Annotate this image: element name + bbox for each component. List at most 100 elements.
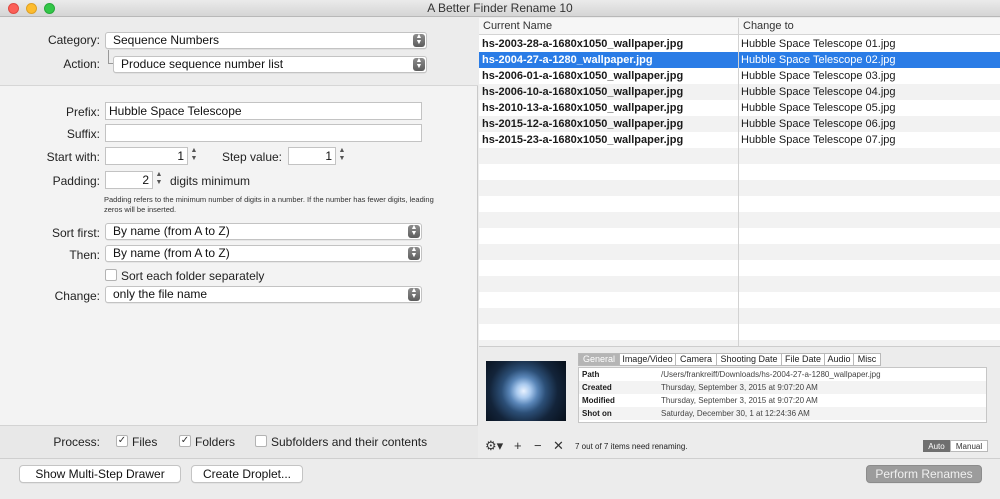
popup-arrows-icon: ▲ ▼ <box>408 287 420 301</box>
table-row <box>479 180 1000 196</box>
table-row <box>479 244 1000 260</box>
padding-suffix: digits minimum <box>170 174 251 188</box>
info-key: Shot on <box>582 409 612 418</box>
prefix-input[interactable]: Hubble Space Telescope <box>105 102 422 120</box>
create-droplet-button[interactable]: Create Droplet... <box>191 465 303 483</box>
suffix-label: Suffix: <box>66 127 100 141</box>
info-table: Path/Users/frankreiff/Downloads/hs-2004-… <box>578 367 987 423</box>
info-tab[interactable]: Camera <box>675 353 717 366</box>
file-info-area: General Image/Video Camera Shooting Date Fil… <box>479 346 1000 435</box>
info-value: Saturday, December 30, 1 at 12:24:36 AM <box>661 409 810 418</box>
info-tab[interactable]: Audio <box>824 353 854 366</box>
padding-stepper[interactable]: ▲ ▼ <box>154 171 164 189</box>
process-label: Process: <box>53 435 100 449</box>
category-popup[interactable]: Sequence Numbers ▲ ▼ <box>105 32 427 49</box>
subfolders-checkbox[interactable] <box>255 435 267 447</box>
remove-icon[interactable]: − <box>534 439 542 453</box>
table-row[interactable]: hs-2003-28-a-1680x1050_wallpaper.jpg Hubb… <box>479 36 1000 52</box>
info-row: Created Thursday, September 3, 2015 at 9:… <box>579 381 986 394</box>
info-tab[interactable]: Image/Video <box>619 353 676 366</box>
change-value: only the file name <box>113 287 208 301</box>
files-checkbox[interactable]: ✓ <box>116 435 128 447</box>
close-window-button[interactable] <box>8 3 19 14</box>
auto-segment[interactable]: Auto <box>923 440 950 452</box>
change-popup[interactable]: only the file name ▲ ▼ <box>105 286 422 303</box>
info-tab[interactable]: General <box>578 353 620 366</box>
table-row[interactable]: hs-2004-27-a-1280_wallpaper.jpg Hubble Sp… <box>479 52 1000 68</box>
table-row <box>479 292 1000 308</box>
column-header-change-to[interactable]: Change to <box>739 18 1000 35</box>
gear-menu-icon[interactable]: ⚙▾ <box>485 439 503 453</box>
start-with-label: Start with: <box>46 150 100 164</box>
minimize-window-button[interactable] <box>26 3 37 14</box>
sort-folder-checkbox[interactable] <box>105 269 117 281</box>
start-with-input[interactable]: 1 <box>105 147 188 165</box>
new-name-cell: Hubble Space Telescope 02.jpg <box>741 54 896 66</box>
table-row[interactable]: hs-2006-01-a-1680x1050_wallpaper.jpg Hubb… <box>479 68 1000 84</box>
files-label: Files <box>132 435 158 449</box>
action-label: Action: <box>63 57 100 71</box>
sort-first-popup[interactable]: By name (from A to Z) ▲ ▼ <box>105 223 422 240</box>
show-multistep-button[interactable]: Show Multi-Step Drawer <box>19 465 181 483</box>
info-tab[interactable]: File Date <box>781 353 825 366</box>
info-key: Path <box>582 370 600 379</box>
info-tab[interactable]: Misc <box>853 353 881 366</box>
info-tab[interactable]: Shooting Date <box>716 353 782 366</box>
bottom-bar: Show Multi-Step Drawer Create Droplet...… <box>0 458 1000 499</box>
perform-renames-button[interactable]: Perform Renames <box>866 465 982 483</box>
table-row[interactable]: hs-2015-23-a-1680x1050_wallpaper.jpg Hubb… <box>479 132 1000 148</box>
action-popup[interactable]: Produce sequence number list ▲ ▼ <box>113 56 427 73</box>
sort-first-value: By name (from A to Z) <box>113 224 230 238</box>
add-icon[interactable]: + <box>514 439 522 453</box>
rename-list: hs-2003-28-a-1680x1050_wallpaper.jpg Hubb… <box>479 18 1000 346</box>
info-value: Thursday, September 3, 2015 at 9:07:20 A… <box>661 383 818 392</box>
table-row[interactable]: hs-2010-13-a-1680x1050_wallpaper.jpg Hubb… <box>479 100 1000 116</box>
step-value-stepper[interactable]: ▲ ▼ <box>337 147 347 165</box>
info-row: Modified Thursday, September 3, 2015 at 9… <box>579 394 986 407</box>
checkmark-icon: ✓ <box>180 435 190 446</box>
step-value-input[interactable]: 1 <box>288 147 336 165</box>
table-row <box>479 148 1000 164</box>
status-text: 7 out of 7 items need renaming. <box>575 442 688 451</box>
sort-folder-label: Sort each folder separately <box>121 269 265 283</box>
new-name-cell: Hubble Space Telescope 04.jpg <box>741 86 896 98</box>
change-label: Change: <box>54 289 100 303</box>
info-row: Path/Users/frankreiff/Downloads/hs-2004-… <box>579 368 986 381</box>
category-label: Category: <box>47 33 100 47</box>
clear-icon[interactable]: ✕ <box>553 439 564 453</box>
table-row[interactable]: hs-2015-12-a-1680x1050_wallpaper.jpg Hubb… <box>479 116 1000 132</box>
table-row <box>479 308 1000 324</box>
popup-arrows-icon: ▲ ▼ <box>408 224 420 238</box>
table-row <box>479 164 1000 180</box>
table-row <box>479 276 1000 292</box>
table-row <box>479 324 1000 340</box>
image-thumbnail <box>486 361 566 421</box>
padding-label: Padding: <box>52 174 100 188</box>
suffix-input[interactable] <box>105 124 422 142</box>
checkmark-icon: ✓ <box>117 435 127 446</box>
action-value: Produce sequence number list <box>121 57 284 71</box>
current-name-cell: hs-2003-28-a-1680x1050_wallpaper.jpg <box>482 38 684 50</box>
then-popup[interactable]: By name (from A to Z) ▲ ▼ <box>105 245 422 262</box>
new-name-cell: Hubble Space Telescope 03.jpg <box>741 70 896 82</box>
current-name-cell: hs-2006-10-a-1680x1050_wallpaper.jpg <box>482 86 684 98</box>
table-row <box>479 196 1000 212</box>
start-with-stepper[interactable]: ▲ ▼ <box>189 147 199 165</box>
category-value: Sequence Numbers <box>113 33 220 47</box>
table-row <box>479 228 1000 244</box>
prefix-label: Prefix: <box>65 105 100 119</box>
current-name-cell: hs-2006-01-a-1680x1050_wallpaper.jpg <box>482 70 684 82</box>
current-name-cell: hs-2015-12-a-1680x1050_wallpaper.jpg <box>482 118 684 130</box>
table-row <box>479 212 1000 228</box>
column-separator[interactable] <box>738 18 739 346</box>
zoom-window-button[interactable] <box>44 3 55 14</box>
table-row[interactable]: hs-2006-10-a-1680x1050_wallpaper.jpg Hubb… <box>479 84 1000 100</box>
column-header-current[interactable]: Current Name <box>479 18 738 35</box>
padding-input[interactable]: 2 <box>105 171 153 189</box>
then-value: By name (from A to Z) <box>113 246 230 260</box>
folders-checkbox[interactable]: ✓ <box>179 435 191 447</box>
popup-arrows-icon: ▲ ▼ <box>413 57 425 71</box>
manual-segment[interactable]: Manual <box>950 440 988 452</box>
info-key: Created <box>582 383 612 392</box>
process-bar: Process: ✓ Files ✓ Folders Subfolders an… <box>0 425 478 458</box>
